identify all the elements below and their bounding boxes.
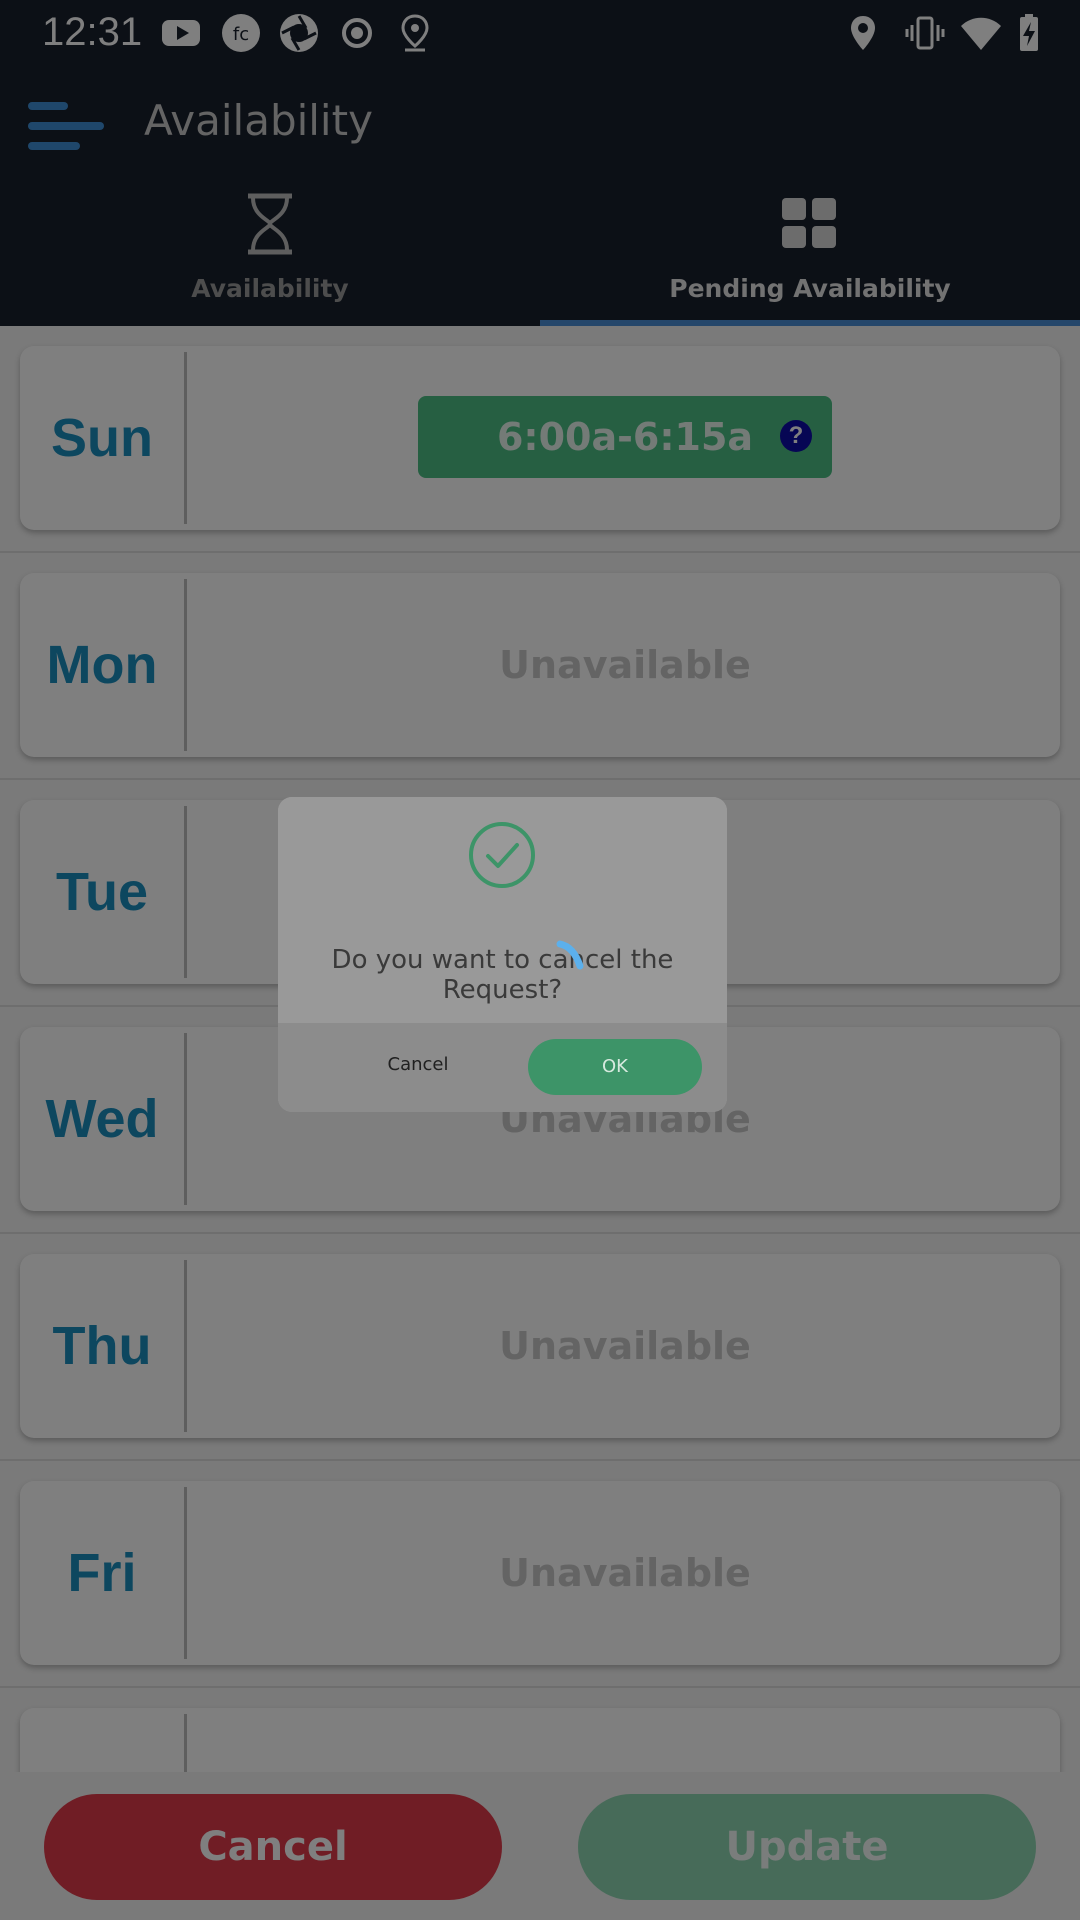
confirm-dialog: Do you want to cancel the Request? Cance… bbox=[278, 797, 727, 1112]
dialog-ok-button[interactable]: OK bbox=[528, 1039, 702, 1095]
check-circle-icon bbox=[469, 822, 535, 888]
dialog-message: Do you want to cancel the Request? bbox=[331, 945, 674, 1005]
dialog-cancel-button[interactable]: Cancel bbox=[328, 1037, 508, 1093]
loading-spinner-icon bbox=[556, 940, 584, 970]
